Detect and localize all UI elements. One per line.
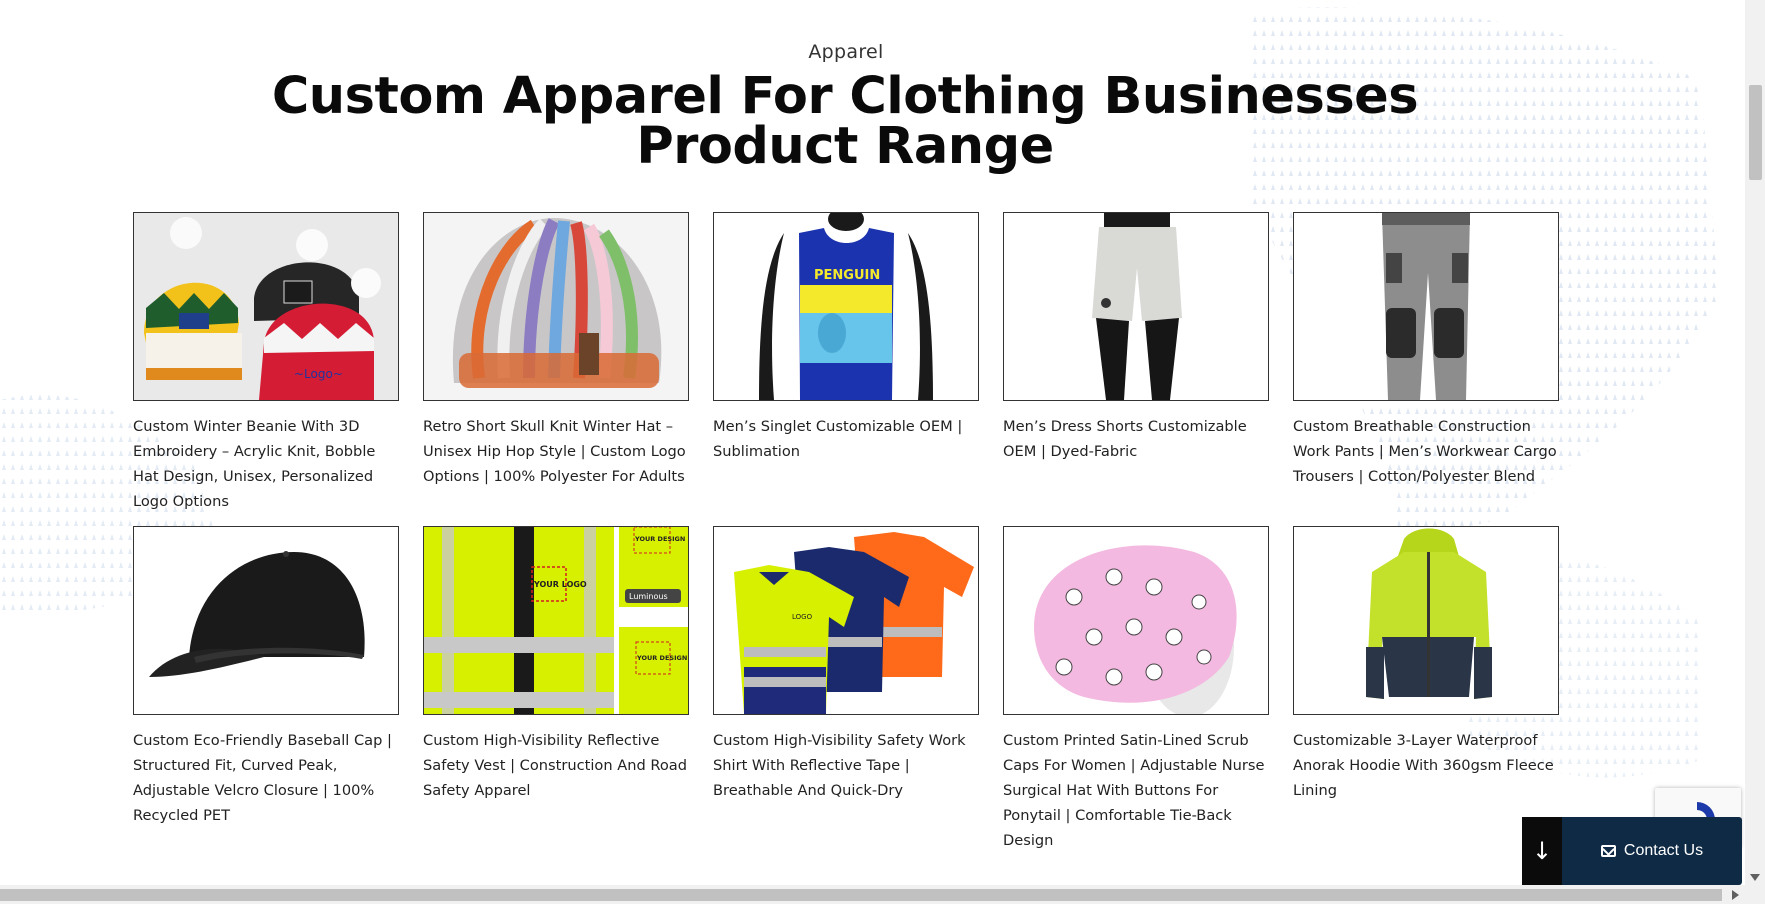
contact-us-label: Contact Us [1623, 842, 1704, 859]
product-image-baseball-cap[interactable] [133, 526, 399, 715]
product-image-safety-vest[interactable]: YOUR LOGO YOUR DESIGN Luminous YOUR DESI… [423, 526, 689, 715]
horizontal-scrollbar[interactable] [0, 885, 1765, 904]
arrow-down-icon: ↓ [1531, 837, 1553, 865]
horizontal-scrollbar-thumb[interactable] [0, 889, 1722, 901]
product-card[interactable]: Men’s Dress Shorts Customizable OEM | Dy… [1003, 212, 1269, 526]
contact-widget: ↓ Contact Us [1522, 817, 1742, 885]
scroll-down-button[interactable]: ↓ [1522, 817, 1562, 885]
product-card[interactable]: YOUR LOGO YOUR DESIGN Luminous YOUR DESI… [423, 526, 689, 840]
scroll-down-arrow-icon[interactable] [1750, 874, 1760, 881]
product-caption[interactable]: Men’s Dress Shorts Customizable OEM | Dy… [1003, 414, 1269, 464]
product-image-work-pants[interactable] [1293, 212, 1559, 401]
page-content: Apparel Custom Apparel For Clothing Busi… [0, 0, 1745, 885]
scroll-right-arrow-icon[interactable] [1732, 890, 1739, 900]
contact-us-button[interactable]: Contact Us [1562, 842, 1742, 860]
product-card[interactable]: PENGUIN Men’s Singlet Customizable OEM |… [713, 212, 979, 526]
product-card[interactable]: Customizable 3-Layer Waterproof Anorak H… [1293, 526, 1559, 840]
product-grid: ~Logo~ Custom Winter Beanie With 3D Embr… [133, 212, 1559, 849]
product-caption[interactable]: Custom Printed Satin-Lined Scrub Caps Fo… [1003, 728, 1269, 853]
product-image-beanies[interactable]: ~Logo~ [133, 212, 399, 401]
product-caption[interactable]: Custom High-Visibility Safety Work Shirt… [713, 728, 979, 803]
product-caption[interactable]: Customizable 3-Layer Waterproof Anorak H… [1293, 728, 1559, 803]
product-caption[interactable]: Men’s Singlet Customizable OEM | Sublima… [713, 414, 979, 464]
product-image-scrub-cap[interactable] [1003, 526, 1269, 715]
product-caption[interactable]: Custom Breathable Construction Work Pant… [1293, 414, 1559, 489]
vertical-scrollbar-thumb[interactable] [1749, 85, 1762, 180]
vest-design-text-bottom: YOUR DESIGN [636, 654, 687, 662]
vest-luminous-text: Luminous [629, 592, 668, 601]
product-caption[interactable]: Custom High-Visibility Reflective Safety… [423, 728, 689, 803]
product-image-knit-hat[interactable] [423, 212, 689, 401]
page-title: Custom Apparel For Clothing Businesses P… [271, 67, 1419, 176]
shirt-logo-text: LOGO [792, 613, 813, 621]
product-image-singlet[interactable]: PENGUIN [713, 212, 979, 401]
vest-design-text-top: YOUR DESIGN [634, 535, 685, 543]
product-image-anorak-hoodie[interactable] [1293, 526, 1559, 715]
product-card[interactable]: Custom Eco-Friendly Baseball Cap | Struc… [133, 526, 399, 840]
vest-logo-text: YOUR LOGO [533, 580, 587, 589]
product-card[interactable]: Retro Short Skull Knit Winter Hat – Unis… [423, 212, 689, 526]
product-card[interactable]: ~Logo~ Custom Winter Beanie With 3D Embr… [133, 212, 399, 526]
product-caption[interactable]: Custom Winter Beanie With 3D Embroidery … [133, 414, 399, 514]
vertical-scrollbar[interactable] [1745, 0, 1765, 885]
product-card[interactable]: Custom Breathable Construction Work Pant… [1293, 212, 1559, 526]
product-image-shorts[interactable] [1003, 212, 1269, 401]
product-caption[interactable]: Retro Short Skull Knit Winter Hat – Unis… [423, 414, 689, 489]
svg-text:~Logo~: ~Logo~ [294, 367, 343, 381]
envelope-icon [1600, 845, 1616, 857]
product-card[interactable]: LOGO Custom High-Visibility Safety Work … [713, 526, 979, 840]
singlet-brand-text: PENGUIN [814, 268, 880, 283]
product-caption[interactable]: Custom Eco-Friendly Baseball Cap | Struc… [133, 728, 399, 828]
section-eyebrow: Apparel [808, 41, 884, 63]
product-card[interactable]: Custom Printed Satin-Lined Scrub Caps Fo… [1003, 526, 1269, 849]
product-image-safety-shirts[interactable]: LOGO [713, 526, 979, 715]
